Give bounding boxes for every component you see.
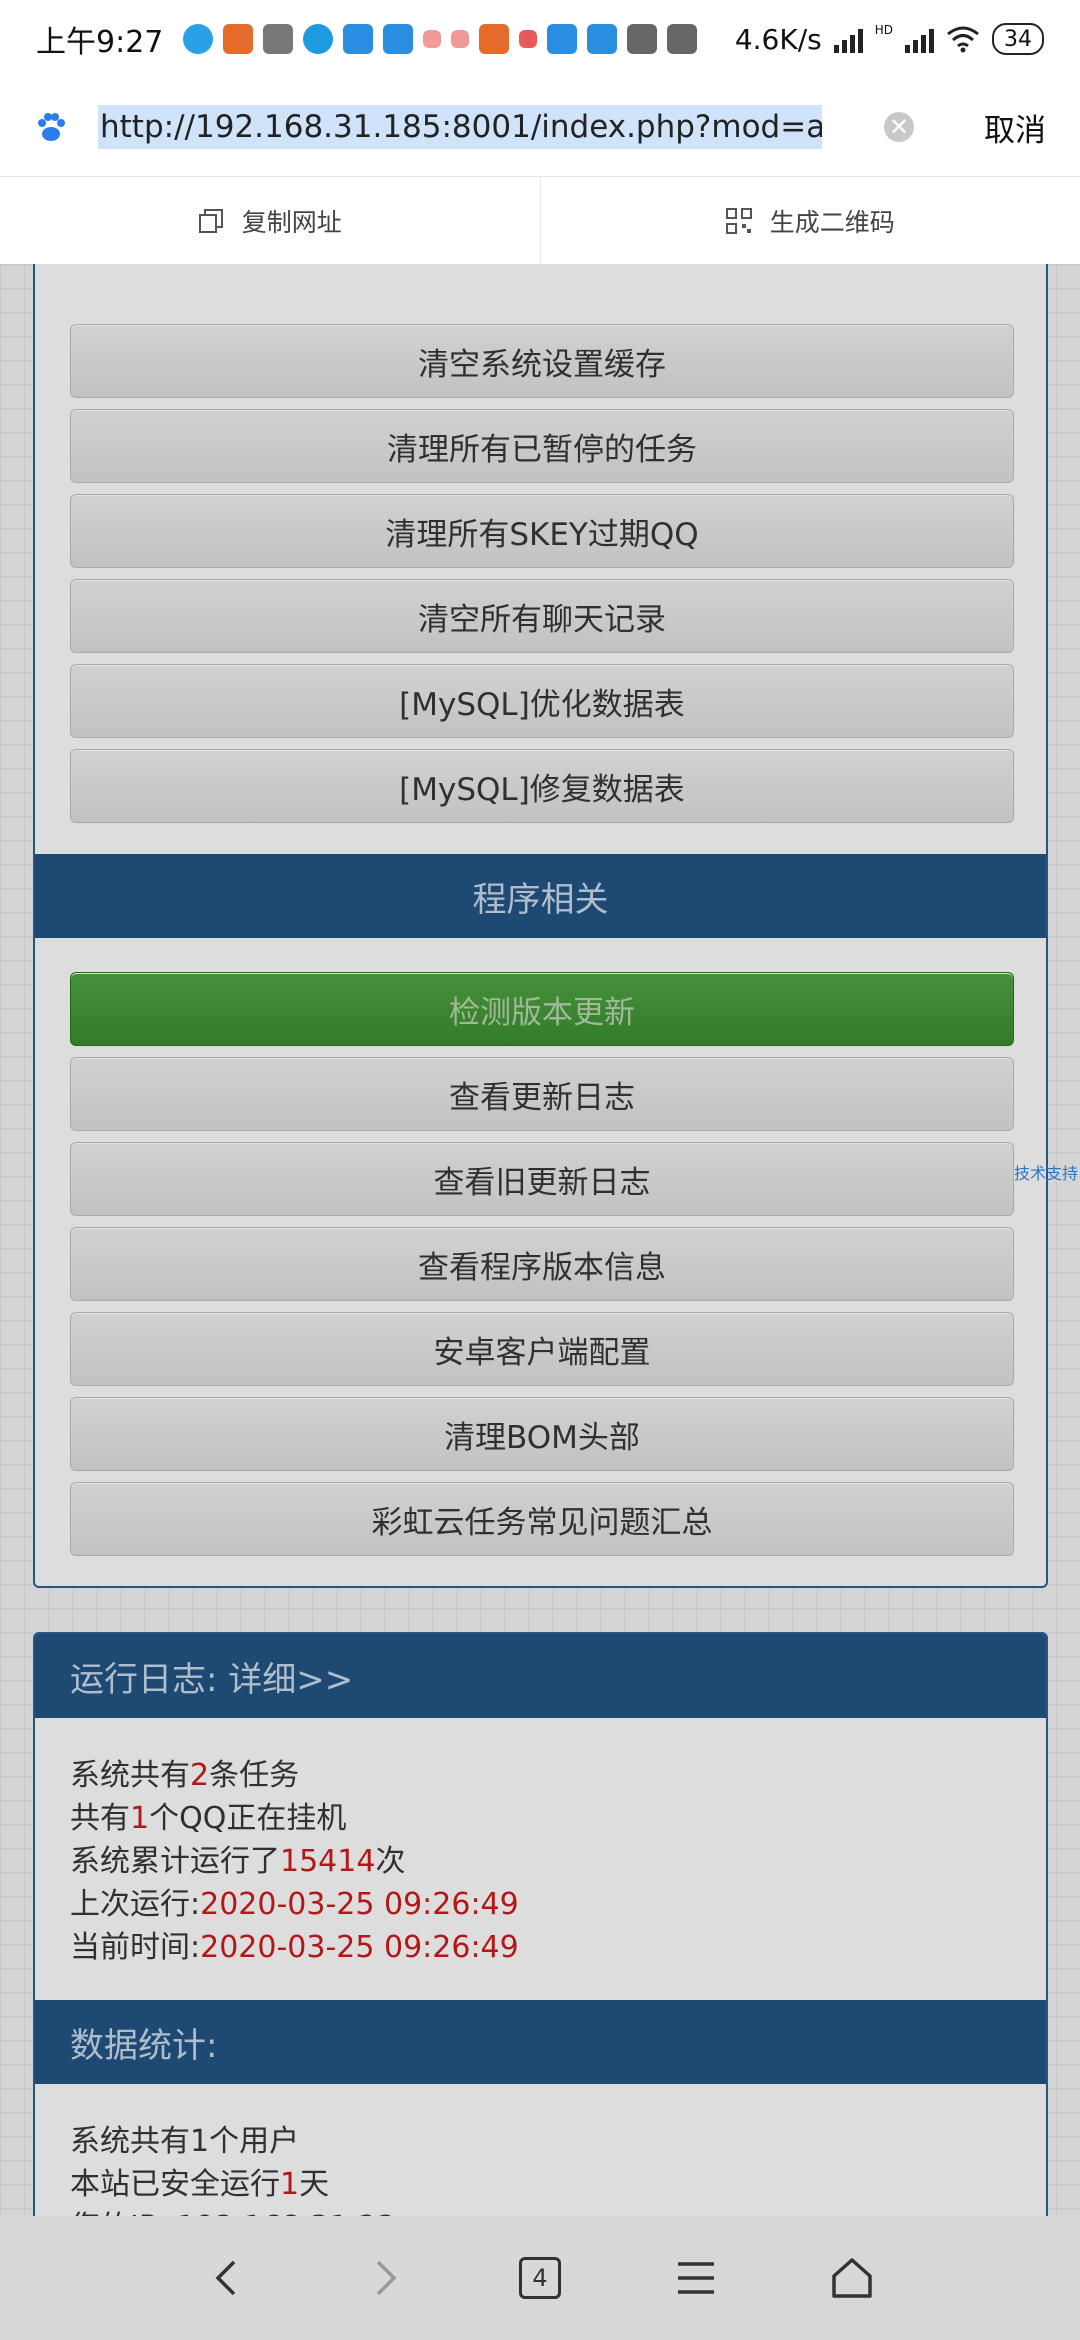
forward-button[interactable] xyxy=(354,2248,414,2308)
uptime-line: 本站已安全运行1天 xyxy=(70,2167,330,2202)
program-section-title: 程序相关 xyxy=(35,854,1046,938)
home-button[interactable] xyxy=(822,2248,882,2308)
admin-panel: 清空系统设置缓存 清理所有已暂停的任务 清理所有SKEY过期QQ 清空所有聊天记… xyxy=(33,264,1048,1588)
app-icon xyxy=(667,24,698,54)
clear-icon[interactable]: ✕ xyxy=(884,112,914,142)
wifi-app-icon xyxy=(343,24,374,54)
task-count-line: 系统共有2条任务 xyxy=(70,1758,300,1793)
view-version-info-button[interactable]: 查看程序版本信息 xyxy=(70,1227,1014,1301)
app-icon xyxy=(423,30,442,48)
clean-expired-qq-button[interactable]: 清理所有SKEY过期QQ xyxy=(70,494,1014,568)
signal-icon xyxy=(833,25,863,53)
faq-button[interactable]: 彩虹云任务常见问题汇总 xyxy=(70,1482,1014,1556)
tabs-button[interactable]: 4 xyxy=(510,2248,570,2308)
battery-indicator: 34 xyxy=(992,23,1044,55)
qr-code-icon xyxy=(725,207,752,234)
home-icon xyxy=(832,2258,872,2298)
back-arrow-icon xyxy=(215,2260,236,2296)
repair-tables-button[interactable]: [MySQL]修复数据表 xyxy=(70,749,1014,823)
run-log-body: 系统共有2条任务 共有1个QQ正在挂机 系统累计运行了15414次 上次运行:2… xyxy=(70,1754,519,1969)
optimize-tables-button[interactable]: [MySQL]优化数据表 xyxy=(70,664,1014,738)
stats-title: 数据统计: xyxy=(35,2000,1046,2084)
back-button[interactable] xyxy=(198,2248,258,2308)
app-icon xyxy=(627,24,658,54)
app-icon xyxy=(263,24,294,54)
clear-chat-records-button[interactable]: 清空所有聊天记录 xyxy=(70,579,1014,653)
generate-qr-label: 生成二维码 xyxy=(769,207,895,237)
app-icon xyxy=(303,24,334,54)
menu-button[interactable] xyxy=(666,2248,726,2308)
cancel-button[interactable]: 取消 xyxy=(984,105,1046,150)
user-count-line: 系统共有1个用户 xyxy=(70,2124,300,2159)
hd-label: HD xyxy=(874,22,893,37)
forward-arrow-icon xyxy=(376,2260,397,2296)
clean-paused-tasks-button[interactable]: 清理所有已暂停的任务 xyxy=(70,409,1014,483)
qq-count-line: 共有1个QQ正在挂机 xyxy=(70,1801,347,1836)
qq-icon xyxy=(183,24,214,54)
clear-settings-cache-button[interactable]: 清空系统设置缓存 xyxy=(70,324,1014,398)
paw-icon xyxy=(38,113,65,141)
app-icon xyxy=(223,24,254,54)
url-input[interactable]: http://192.168.31.185:8001/index.php?mod… xyxy=(98,105,822,149)
url-bar: http://192.168.31.185:8001/index.php?mod… xyxy=(0,78,1080,176)
app-icon xyxy=(451,30,470,48)
notification-icons xyxy=(183,24,698,54)
app-icon xyxy=(519,30,538,48)
signal-icon xyxy=(905,25,934,53)
clock: 上午9:27 xyxy=(36,25,164,60)
run-count-line: 系统累计运行了15414次 xyxy=(70,1844,406,1879)
current-time-line: 当前时间:2020-03-25 09:26:49 xyxy=(70,1930,519,1965)
app-icon xyxy=(479,24,510,54)
menu-icon xyxy=(678,2262,714,2294)
wifi-app-icon xyxy=(587,24,618,54)
android-client-config-button[interactable]: 安卓客户端配置 xyxy=(70,1312,1014,1386)
check-update-button[interactable]: 检测版本更新 xyxy=(70,972,1014,1046)
network-speed: 4.6K/s xyxy=(734,22,822,56)
copy-url-button[interactable]: 复制网址 xyxy=(0,177,541,264)
generate-qr-button[interactable]: 生成二维码 xyxy=(541,177,1080,264)
browser-nav-bar: 4 xyxy=(0,2216,1080,2340)
view-old-changelog-button[interactable]: 查看旧更新日志 xyxy=(70,1142,1014,1216)
wifi-app-icon xyxy=(547,24,578,54)
last-run-line: 上次运行:2020-03-25 09:26:49 xyxy=(70,1887,519,1922)
support-link[interactable]: 技术支持 xyxy=(1014,1160,1078,1184)
copy-url-label: 复制网址 xyxy=(241,207,342,237)
wifi-app-icon xyxy=(383,24,414,54)
run-log-title[interactable]: 运行日志: 详细>> xyxy=(35,1634,1046,1718)
tab-count: 4 xyxy=(519,2257,561,2299)
url-actions: 复制网址 生成二维码 xyxy=(0,176,1080,264)
clean-bom-button[interactable]: 清理BOM头部 xyxy=(70,1397,1014,1471)
view-changelog-button[interactable]: 查看更新日志 xyxy=(70,1057,1014,1131)
wifi-icon xyxy=(947,26,979,53)
status-bar: 上午9:27 4.6K/s HD 34 xyxy=(0,0,1080,78)
copy-icon xyxy=(198,208,223,233)
